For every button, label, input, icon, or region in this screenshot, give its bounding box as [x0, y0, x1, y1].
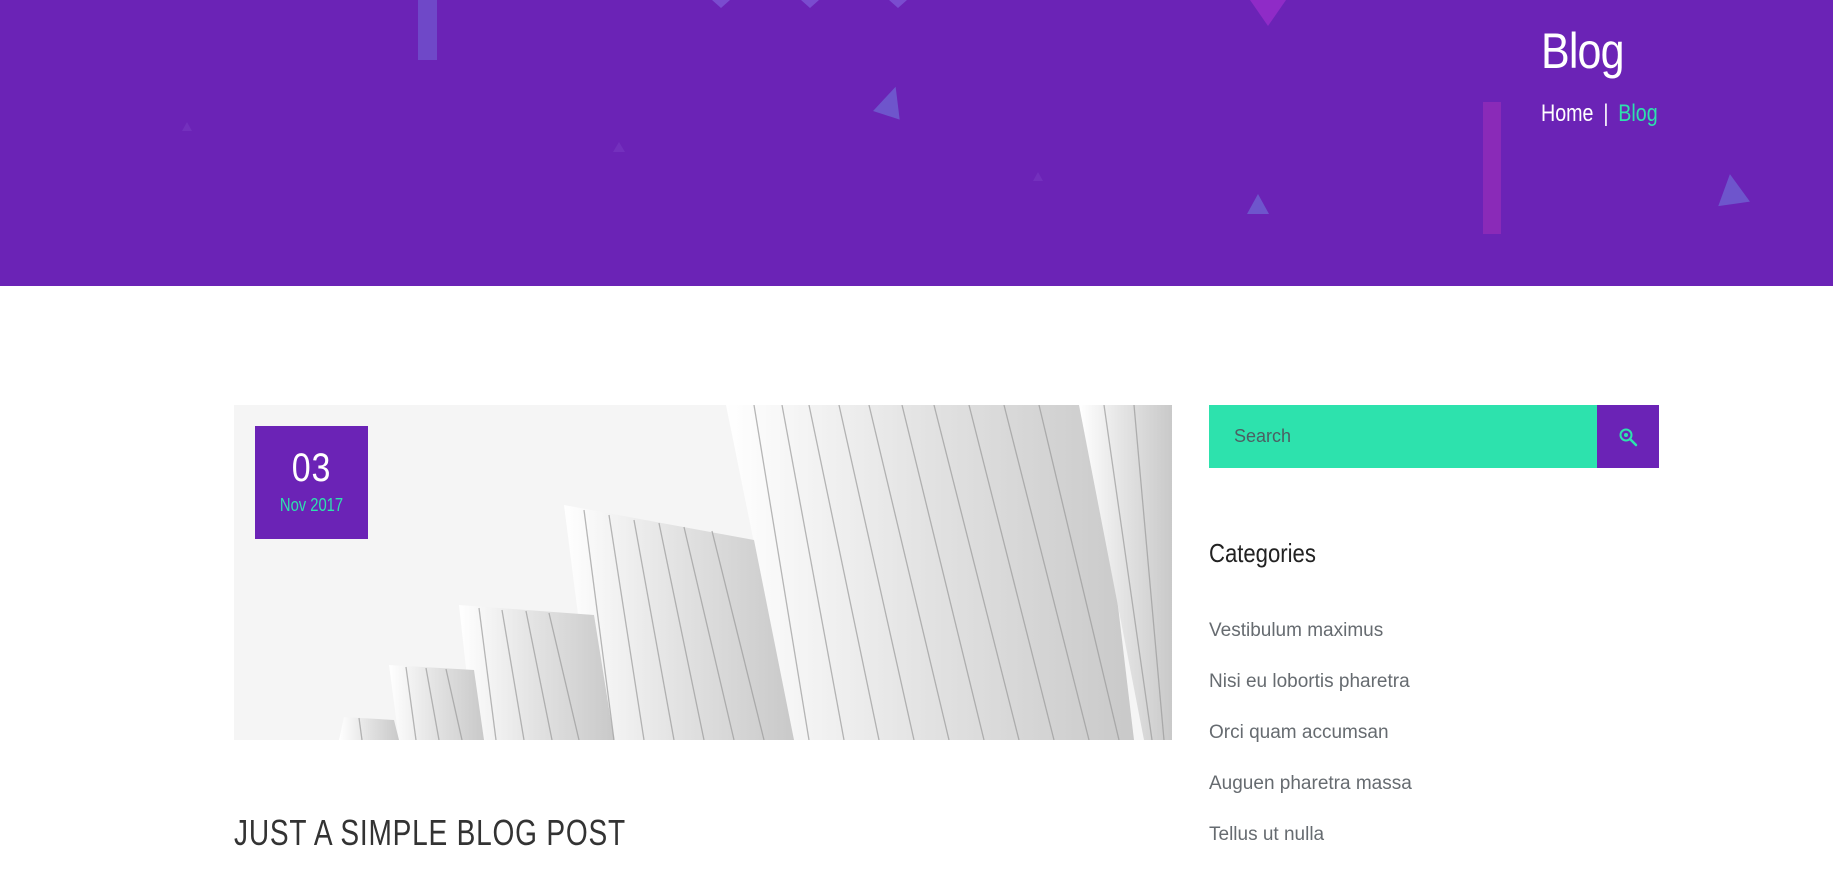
category-link[interactable]: Orci quam accumsan: [1209, 722, 1389, 743]
decor-triangle: [889, 0, 907, 8]
category-link[interactable]: Tellus ut nulla: [1209, 824, 1324, 845]
search-icon: [1619, 428, 1638, 446]
category-item: Nisi eu lobortis pharetra: [1209, 671, 1412, 722]
categories-heading: Categories: [1209, 538, 1316, 568]
breadcrumb-separator: |: [1603, 100, 1609, 127]
page-header-banner: Blog Home | Blog: [0, 0, 1833, 286]
post-date-badge: 03 Nov 2017: [255, 426, 368, 539]
decor-triangle: [1247, 194, 1269, 214]
page-title: Blog: [1541, 23, 1624, 79]
decor-triangle: [801, 0, 819, 8]
post-title[interactable]: JUST A SIMPLE BLOG POST: [234, 812, 626, 854]
decor-bar: [418, 0, 437, 60]
decor-triangle: [1033, 172, 1043, 181]
category-item: Vestibulum maximus: [1209, 620, 1412, 671]
decor-triangle: [1714, 171, 1750, 207]
post-date-day: 03: [291, 446, 332, 490]
decor-triangle: [1250, 0, 1286, 26]
search-form: [1209, 405, 1659, 468]
category-item: Auguen pharetra massa: [1209, 773, 1412, 824]
decor-triangle: [613, 142, 625, 152]
decor-bar: [1483, 102, 1501, 234]
category-link[interactable]: Nisi eu lobortis pharetra: [1209, 671, 1410, 692]
decor-triangle: [182, 122, 192, 131]
search-input[interactable]: [1209, 405, 1597, 468]
decor-triangle: [712, 0, 730, 8]
search-button[interactable]: [1597, 405, 1659, 468]
post-date-month: Nov 2017: [279, 495, 344, 515]
breadcrumb-current: Blog: [1618, 100, 1658, 127]
category-link[interactable]: Auguen pharetra massa: [1209, 773, 1412, 794]
categories-list: Vestibulum maximus Nisi eu lobortis phar…: [1209, 620, 1412, 875]
post-featured-image[interactable]: [234, 405, 1172, 740]
breadcrumb-home-link[interactable]: Home: [1541, 100, 1594, 127]
decor-triangle: [873, 82, 909, 120]
breadcrumb: Home | Blog: [1541, 100, 1658, 128]
category-link[interactable]: Vestibulum maximus: [1209, 620, 1383, 641]
category-item: Orci quam accumsan: [1209, 722, 1412, 773]
architecture-photo: [234, 405, 1172, 740]
category-item: Tellus ut nulla: [1209, 824, 1412, 875]
